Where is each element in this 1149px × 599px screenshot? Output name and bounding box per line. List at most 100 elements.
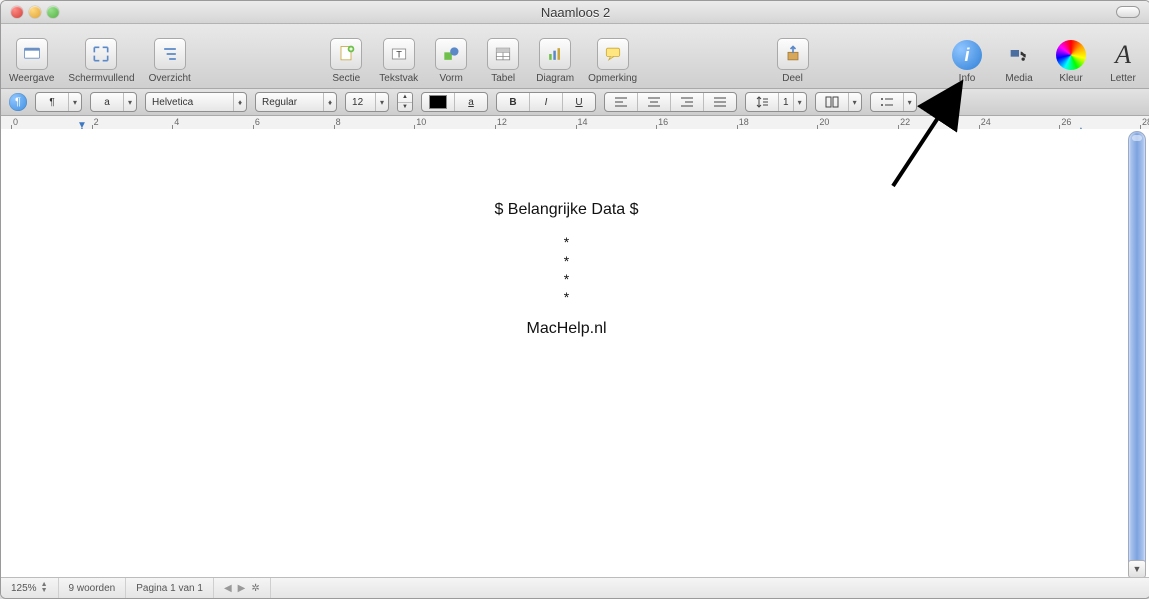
toolbar-label: Info	[959, 73, 976, 84]
font-style-select[interactable]: Regular♦	[255, 92, 337, 112]
toolbar-label: Diagram	[536, 73, 574, 84]
diagram-button[interactable]: Diagram	[536, 38, 574, 84]
svg-text:T: T	[396, 49, 402, 59]
columns-select[interactable]: ▾	[815, 92, 862, 112]
sectie-button[interactable]: Sectie	[327, 38, 365, 84]
tabel-button[interactable]: Tabel	[484, 38, 522, 84]
kleur-button[interactable]: Kleur	[1052, 40, 1090, 84]
shapes-icon	[435, 38, 467, 70]
align-group	[604, 92, 737, 112]
ruler-label: 26	[1061, 117, 1071, 127]
info-icon: i	[952, 40, 982, 70]
opmerking-button[interactable]: Opmerking	[588, 38, 637, 84]
pilcrow-icon: ¶	[15, 96, 21, 108]
ruler-label: 18	[739, 117, 749, 127]
font-icon: A	[1108, 40, 1138, 70]
ruler-label: 16	[658, 117, 668, 127]
font-size-stepper[interactable]: ▲▼	[397, 92, 413, 112]
toolbar-label: Overzicht	[149, 73, 191, 84]
italic-button[interactable]: I	[530, 93, 563, 111]
fullscreen-icon	[85, 38, 117, 70]
toolbar-label: Schermvullend	[68, 73, 134, 84]
list-style-select[interactable]: a▾	[90, 92, 137, 112]
underline-button[interactable]: U	[563, 93, 595, 111]
weergave-button[interactable]: Weergave	[9, 38, 54, 84]
ruler-label: 10	[416, 117, 426, 127]
align-left-button[interactable]	[605, 93, 638, 111]
document-area: $ Belangrijke Data $ * * * * MacHelp.nl	[1, 129, 1149, 578]
show-invisibles-button[interactable]: ¶	[9, 93, 27, 111]
ruler-label: 2	[94, 117, 99, 127]
pilcrow-icon: ¶	[36, 93, 69, 111]
font-size: 12	[346, 93, 376, 111]
zoom-value: 125%	[11, 583, 37, 594]
table-icon	[487, 38, 519, 70]
ruler-label: 4	[174, 117, 179, 127]
prev-page-icon[interactable]: ◀	[224, 583, 232, 594]
ruler-label: 0	[13, 117, 18, 127]
text-color-group: a	[421, 92, 488, 112]
close-button[interactable]	[11, 6, 23, 18]
overzicht-button[interactable]: Overzicht	[149, 38, 191, 84]
doc-bullet: *	[9, 288, 1124, 306]
doc-bullet: *	[9, 252, 1124, 270]
media-button[interactable]: Media	[1000, 40, 1038, 84]
line-spacing-select[interactable]: 1 ▾	[745, 92, 807, 112]
text-color-button[interactable]	[422, 93, 455, 111]
ruler-label: 8	[336, 117, 341, 127]
columns-icon	[816, 93, 849, 111]
word-count[interactable]: 9 woorden	[59, 578, 127, 598]
page-indicator[interactable]: Pagina 1 van 1	[126, 578, 214, 598]
vorm-button[interactable]: Vorm	[432, 38, 470, 84]
chart-icon	[539, 38, 571, 70]
main-toolbar: Weergave Schermvullend Overzicht Sectie …	[1, 24, 1149, 89]
doc-footer-line: MacHelp.nl	[9, 318, 1124, 340]
toolbar-toggle-button[interactable]	[1116, 6, 1140, 18]
nav-buttons: ◀ ▶ ✲	[214, 578, 271, 598]
tekstvak-button[interactable]: T Tekstvak	[379, 38, 418, 84]
status-bar: 125% ▲▼ 9 woorden Pagina 1 van 1 ◀ ▶ ✲	[1, 577, 1149, 598]
zoom-button[interactable]	[47, 6, 59, 18]
toolbar-label: Tekstvak	[379, 73, 418, 84]
toolbar-label: Deel	[782, 73, 803, 84]
line-spacing-icon	[746, 93, 779, 111]
zoom-control[interactable]: 125% ▲▼	[1, 578, 59, 598]
biu-group: B I U	[496, 92, 596, 112]
section-icon	[330, 38, 362, 70]
color-swatch	[429, 95, 447, 109]
deel-button[interactable]: Deel	[774, 38, 812, 84]
document-content[interactable]: $ Belangrijke Data $ * * * * MacHelp.nl	[9, 129, 1124, 341]
comment-icon	[597, 38, 629, 70]
ruler-label: 24	[981, 117, 991, 127]
font-family-select[interactable]: Helvetica♦	[145, 92, 247, 112]
bold-button[interactable]: B	[497, 93, 530, 111]
toolbar-label: Tabel	[491, 73, 515, 84]
font-size-select[interactable]: 12▾	[345, 92, 389, 112]
toolbar-label: Letter	[1110, 73, 1136, 84]
ruler-label: 6	[255, 117, 260, 127]
ruler-label: 20	[819, 117, 829, 127]
color-icon	[1056, 40, 1086, 70]
schermvullend-button[interactable]: Schermvullend	[68, 38, 134, 84]
info-button[interactable]: i Info	[948, 40, 986, 84]
align-center-button[interactable]	[638, 93, 671, 111]
paragraph-style-select[interactable]: ¶▾	[35, 92, 82, 112]
toolbar-label: Kleur	[1059, 73, 1082, 84]
letter-button[interactable]: A Letter	[1104, 40, 1142, 84]
page[interactable]: $ Belangrijke Data $ * * * * MacHelp.nl	[9, 129, 1124, 578]
next-page-icon[interactable]: ▶	[238, 583, 246, 594]
minimize-button[interactable]	[29, 6, 41, 18]
font-name: Helvetica	[146, 93, 234, 111]
ruler-label: 28	[1142, 117, 1149, 127]
toolbar-label: Opmerking	[588, 73, 637, 84]
vertical-scrollbar[interactable]	[1128, 131, 1146, 574]
settings-gear-icon[interactable]: ✲	[251, 583, 259, 594]
list-type-select[interactable]: ▾	[870, 92, 917, 112]
align-justify-button[interactable]	[704, 93, 736, 111]
scroll-down-button[interactable]: ▼	[1128, 560, 1146, 578]
toolbar-group-insert: Sectie T Tekstvak Vorm Tabel Diagram Opm…	[327, 38, 637, 84]
share-icon	[777, 38, 809, 70]
text-color-sample[interactable]: a	[455, 93, 487, 111]
align-right-button[interactable]	[671, 93, 704, 111]
window-controls	[1, 6, 59, 18]
